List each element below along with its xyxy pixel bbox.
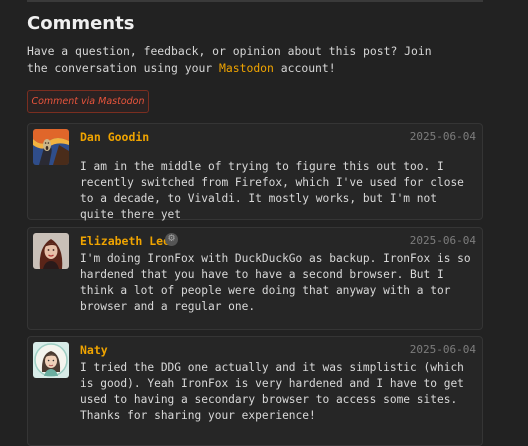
avatar[interactable] (33, 233, 69, 269)
comment-date[interactable]: 2025-06-04 (410, 343, 476, 356)
comment-via-mastodon-button[interactable]: Comment via Mastodon (27, 90, 149, 113)
comment-author[interactable]: Elizabeth Lee (80, 234, 170, 248)
comments-heading: Comments (27, 13, 135, 34)
comment-author[interactable]: Naty (80, 343, 108, 357)
comment-card: Dan Goodin 2025-06-04 I am in the middle… (27, 123, 483, 221)
comment-body: I'm doing IronFox with DuckDuckGo as bac… (80, 252, 471, 313)
illustrated-avatar (33, 342, 69, 378)
intro-text-end: account! (273, 60, 336, 75)
comment-card: Naty 2025-06-04 I tried the DDG one actu… (27, 336, 483, 446)
scream-painting-avatar (33, 129, 69, 165)
portrait-avatar (33, 233, 69, 269)
comment-body: I tried the DDG one actually and it was … (80, 361, 464, 422)
section-divider (27, 0, 483, 2)
comment-body: I am in the middle of trying to figure t… (80, 160, 464, 221)
comment-author[interactable]: Dan Goodin (80, 130, 149, 144)
bot-icon: ⚙ (165, 233, 178, 246)
mastodon-link[interactable]: Mastodon (219, 61, 274, 75)
comment-date[interactable]: 2025-06-04 (410, 234, 476, 247)
avatar[interactable] (33, 342, 69, 378)
comments-intro: Have a question, feedback, or opinion ab… (27, 43, 447, 76)
comment-date[interactable]: 2025-06-04 (410, 130, 476, 143)
comment-card: Elizabeth Lee ⚙ 2025-06-04 I'm doing Iro… (27, 227, 483, 330)
avatar[interactable] (33, 129, 69, 165)
